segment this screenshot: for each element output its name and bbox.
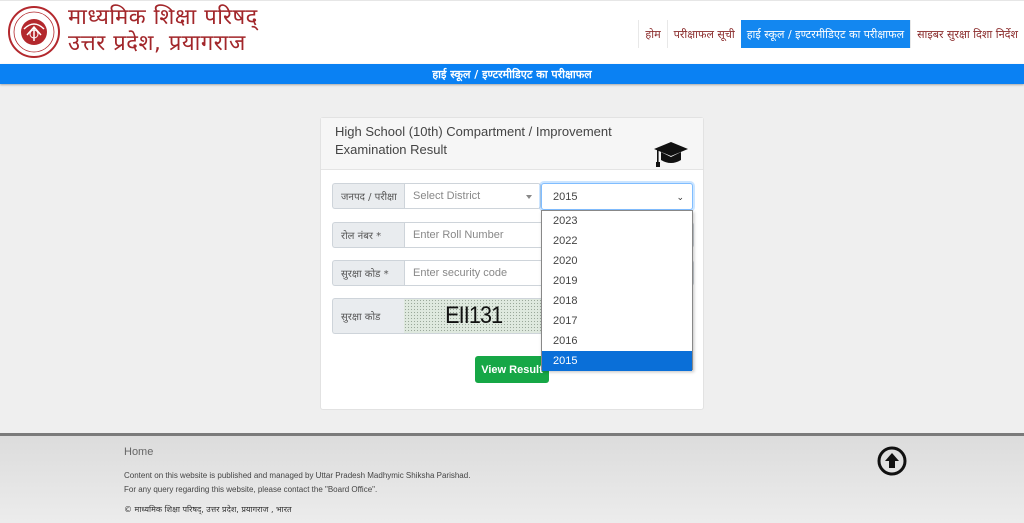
nav-item-hs-inter-result[interactable]: हाई स्कूल / इण्टरमीडिएट का परीक्षाफल: [740, 20, 911, 48]
main-nav: होम परीक्षाफल सूची हाई स्कूल / इण्टरमीडि…: [638, 20, 1024, 48]
page-banner: हाई स्कूल / इण्टरमीडिएट का परीक्षाफल: [0, 64, 1024, 84]
brand-line-2: उत्तर प्रदेश, प्रयागराज: [68, 31, 246, 56]
year-dropdown-list: 2023 2022 2020 2019 2018 2017 2016 2015: [541, 210, 693, 371]
captcha-image: EII131: [404, 298, 544, 334]
footer-publish-note: Content on this website is published and…: [124, 471, 471, 480]
district-select[interactable]: Select District: [404, 183, 541, 209]
nav-item-result-list[interactable]: परीक्षाफल सूची: [666, 20, 741, 48]
district-label: जनपद / परीक्षा: [332, 183, 404, 209]
chevron-down-icon: ⌄: [676, 192, 684, 202]
view-result-button[interactable]: View Result: [475, 356, 549, 383]
year-option[interactable]: 2018: [542, 291, 692, 311]
footer-copyright: © माध्यमिक शिक्षा परिषद्, उत्तर प्रदेश, …: [124, 505, 292, 514]
year-option[interactable]: 2020: [542, 251, 692, 271]
footer-home-link[interactable]: Home: [124, 446, 153, 458]
site-header: माध्यमिक शिक्षा परिषद् उत्तर प्रदेश, प्र…: [0, 0, 1024, 64]
security-code-label: सुरक्षा कोड *: [332, 260, 404, 286]
graduation-cap-icon: [654, 142, 688, 167]
district-placeholder: Select District: [413, 190, 481, 202]
year-option[interactable]: 2022: [542, 231, 692, 251]
nav-item-home[interactable]: होम: [638, 20, 666, 48]
card-header: High School (10th) Compartment / Improve…: [321, 118, 703, 170]
captcha-text: EII131: [444, 302, 503, 329]
year-option[interactable]: 2016: [542, 331, 692, 351]
footer-contact-note: For any query regarding this website, pl…: [124, 485, 378, 494]
roll-label: रोल नंबर *: [332, 222, 404, 248]
site-footer: Home Content on this website is publishe…: [0, 433, 1024, 523]
brand-title: माध्यमिक शिक्षा परिषद् उत्तर प्रदेश, प्र…: [68, 5, 258, 57]
arrow-up-circle-icon[interactable]: [877, 446, 907, 476]
captcha-label: सुरक्षा कोड: [332, 298, 404, 334]
caret-down-icon: [526, 195, 532, 199]
year-select[interactable]: 2015 ⌄: [541, 183, 693, 210]
district-row: जनपद / परीक्षा Select District: [332, 183, 541, 209]
security-code-placeholder: Enter security code: [413, 267, 508, 279]
up-board-emblem-logo[interactable]: [7, 5, 61, 59]
nav-item-cyber-security[interactable]: साइबर सुरक्षा दिशा निर्देश: [910, 20, 1024, 48]
roll-placeholder: Enter Roll Number: [413, 229, 504, 241]
year-option[interactable]: 2023: [542, 211, 692, 231]
card-title: High School (10th) Compartment / Improve…: [335, 124, 612, 157]
brand-line-1: माध्यमिक शिक्षा परिषद्: [68, 5, 258, 30]
captcha-row: सुरक्षा कोड EII131: [332, 298, 544, 334]
year-option[interactable]: 2017: [542, 311, 692, 331]
year-option[interactable]: 2019: [542, 271, 692, 291]
year-selected-value: 2015: [553, 190, 578, 203]
year-option-selected[interactable]: 2015: [542, 351, 692, 371]
